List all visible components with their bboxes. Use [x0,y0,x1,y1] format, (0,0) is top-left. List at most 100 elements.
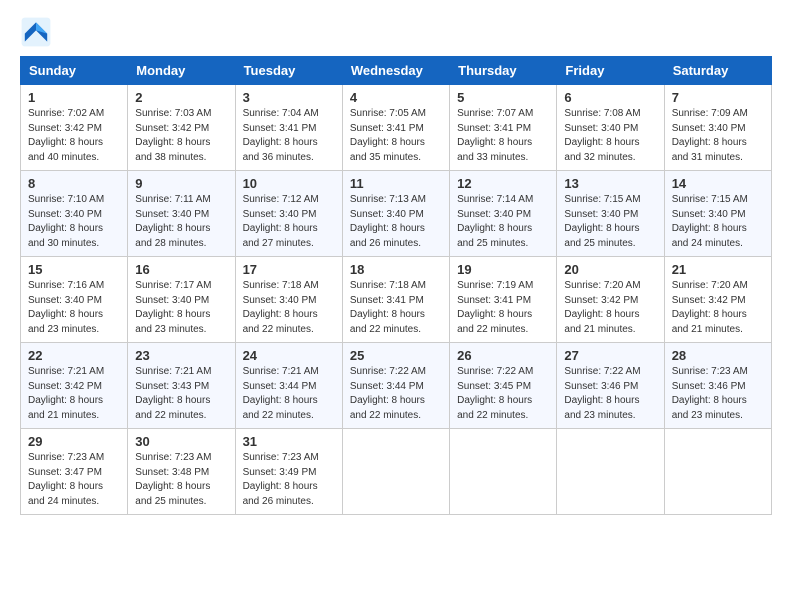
day-info: Sunrise: 7:09 AMSunset: 3:40 PMDaylight:… [672,107,764,165]
day-info: Sunrise: 7:19 AMSunset: 3:41 PMDaylight:… [457,279,549,337]
calendar-cell: 12 Sunrise: 7:14 AMSunset: 3:40 PMDaylig… [450,171,557,257]
day-number: 22 [28,348,120,363]
calendar-cell: 14 Sunrise: 7:15 AMSunset: 3:40 PMDaylig… [664,171,771,257]
week-row-3: 15 Sunrise: 7:16 AMSunset: 3:40 PMDaylig… [21,257,772,343]
day-number: 19 [457,262,549,277]
day-info: Sunrise: 7:18 AMSunset: 3:40 PMDaylight:… [243,279,335,337]
day-number: 4 [350,90,442,105]
calendar-table: SundayMondayTuesdayWednesdayThursdayFrid… [20,56,772,515]
calendar-cell: 21 Sunrise: 7:20 AMSunset: 3:42 PMDaylig… [664,257,771,343]
week-row-5: 29 Sunrise: 7:23 AMSunset: 3:47 PMDaylig… [21,429,772,515]
logo [20,16,58,48]
calendar-cell: 13 Sunrise: 7:15 AMSunset: 3:40 PMDaylig… [557,171,664,257]
calendar-cell [557,429,664,515]
calendar-cell [342,429,449,515]
day-number: 17 [243,262,335,277]
day-info: Sunrise: 7:15 AMSunset: 3:40 PMDaylight:… [672,193,764,251]
day-info: Sunrise: 7:16 AMSunset: 3:40 PMDaylight:… [28,279,120,337]
week-row-4: 22 Sunrise: 7:21 AMSunset: 3:42 PMDaylig… [21,343,772,429]
calendar-cell: 18 Sunrise: 7:18 AMSunset: 3:41 PMDaylig… [342,257,449,343]
page-header [20,16,772,48]
day-number: 24 [243,348,335,363]
day-info: Sunrise: 7:23 AMSunset: 3:47 PMDaylight:… [28,451,120,509]
calendar-cell: 19 Sunrise: 7:19 AMSunset: 3:41 PMDaylig… [450,257,557,343]
calendar-header-row: SundayMondayTuesdayWednesdayThursdayFrid… [21,57,772,85]
day-number: 6 [564,90,656,105]
day-info: Sunrise: 7:04 AMSunset: 3:41 PMDaylight:… [243,107,335,165]
calendar-cell: 20 Sunrise: 7:20 AMSunset: 3:42 PMDaylig… [557,257,664,343]
calendar-cell: 26 Sunrise: 7:22 AMSunset: 3:45 PMDaylig… [450,343,557,429]
day-number: 13 [564,176,656,191]
day-info: Sunrise: 7:15 AMSunset: 3:40 PMDaylight:… [564,193,656,251]
day-number: 18 [350,262,442,277]
calendar-cell: 17 Sunrise: 7:18 AMSunset: 3:40 PMDaylig… [235,257,342,343]
day-info: Sunrise: 7:23 AMSunset: 3:49 PMDaylight:… [243,451,335,509]
day-info: Sunrise: 7:23 AMSunset: 3:48 PMDaylight:… [135,451,227,509]
day-info: Sunrise: 7:05 AMSunset: 3:41 PMDaylight:… [350,107,442,165]
calendar-cell: 29 Sunrise: 7:23 AMSunset: 3:47 PMDaylig… [21,429,128,515]
day-number: 11 [350,176,442,191]
calendar-cell: 2 Sunrise: 7:03 AMSunset: 3:42 PMDayligh… [128,85,235,171]
col-header-tuesday: Tuesday [235,57,342,85]
calendar-cell: 10 Sunrise: 7:12 AMSunset: 3:40 PMDaylig… [235,171,342,257]
week-row-2: 8 Sunrise: 7:10 AMSunset: 3:40 PMDayligh… [21,171,772,257]
day-info: Sunrise: 7:14 AMSunset: 3:40 PMDaylight:… [457,193,549,251]
col-header-wednesday: Wednesday [342,57,449,85]
calendar-cell [450,429,557,515]
calendar-body: 1 Sunrise: 7:02 AMSunset: 3:42 PMDayligh… [21,85,772,515]
calendar-cell: 25 Sunrise: 7:22 AMSunset: 3:44 PMDaylig… [342,343,449,429]
day-info: Sunrise: 7:22 AMSunset: 3:44 PMDaylight:… [350,365,442,423]
day-number: 3 [243,90,335,105]
day-number: 27 [564,348,656,363]
calendar-cell: 9 Sunrise: 7:11 AMSunset: 3:40 PMDayligh… [128,171,235,257]
day-info: Sunrise: 7:22 AMSunset: 3:46 PMDaylight:… [564,365,656,423]
calendar-cell: 23 Sunrise: 7:21 AMSunset: 3:43 PMDaylig… [128,343,235,429]
calendar-cell: 5 Sunrise: 7:07 AMSunset: 3:41 PMDayligh… [450,85,557,171]
day-number: 15 [28,262,120,277]
day-number: 30 [135,434,227,449]
day-number: 8 [28,176,120,191]
day-info: Sunrise: 7:07 AMSunset: 3:41 PMDaylight:… [457,107,549,165]
calendar-cell: 3 Sunrise: 7:04 AMSunset: 3:41 PMDayligh… [235,85,342,171]
calendar-cell: 30 Sunrise: 7:23 AMSunset: 3:48 PMDaylig… [128,429,235,515]
day-info: Sunrise: 7:10 AMSunset: 3:40 PMDaylight:… [28,193,120,251]
calendar-cell: 28 Sunrise: 7:23 AMSunset: 3:46 PMDaylig… [664,343,771,429]
day-info: Sunrise: 7:23 AMSunset: 3:46 PMDaylight:… [672,365,764,423]
calendar-cell: 1 Sunrise: 7:02 AMSunset: 3:42 PMDayligh… [21,85,128,171]
calendar-cell: 24 Sunrise: 7:21 AMSunset: 3:44 PMDaylig… [235,343,342,429]
calendar-cell: 7 Sunrise: 7:09 AMSunset: 3:40 PMDayligh… [664,85,771,171]
day-number: 23 [135,348,227,363]
day-number: 29 [28,434,120,449]
col-header-saturday: Saturday [664,57,771,85]
day-number: 26 [457,348,549,363]
day-number: 1 [28,90,120,105]
day-info: Sunrise: 7:13 AMSunset: 3:40 PMDaylight:… [350,193,442,251]
day-number: 5 [457,90,549,105]
day-number: 28 [672,348,764,363]
day-info: Sunrise: 7:22 AMSunset: 3:45 PMDaylight:… [457,365,549,423]
calendar-cell: 16 Sunrise: 7:17 AMSunset: 3:40 PMDaylig… [128,257,235,343]
day-number: 10 [243,176,335,191]
day-info: Sunrise: 7:21 AMSunset: 3:44 PMDaylight:… [243,365,335,423]
day-number: 2 [135,90,227,105]
calendar-cell: 8 Sunrise: 7:10 AMSunset: 3:40 PMDayligh… [21,171,128,257]
col-header-sunday: Sunday [21,57,128,85]
week-row-1: 1 Sunrise: 7:02 AMSunset: 3:42 PMDayligh… [21,85,772,171]
day-number: 21 [672,262,764,277]
day-number: 16 [135,262,227,277]
day-info: Sunrise: 7:11 AMSunset: 3:40 PMDaylight:… [135,193,227,251]
calendar-cell [664,429,771,515]
day-info: Sunrise: 7:17 AMSunset: 3:40 PMDaylight:… [135,279,227,337]
calendar-cell: 31 Sunrise: 7:23 AMSunset: 3:49 PMDaylig… [235,429,342,515]
day-info: Sunrise: 7:21 AMSunset: 3:43 PMDaylight:… [135,365,227,423]
day-number: 12 [457,176,549,191]
day-info: Sunrise: 7:20 AMSunset: 3:42 PMDaylight:… [672,279,764,337]
calendar-cell: 4 Sunrise: 7:05 AMSunset: 3:41 PMDayligh… [342,85,449,171]
col-header-friday: Friday [557,57,664,85]
day-number: 25 [350,348,442,363]
day-info: Sunrise: 7:03 AMSunset: 3:42 PMDaylight:… [135,107,227,165]
day-number: 14 [672,176,764,191]
day-info: Sunrise: 7:20 AMSunset: 3:42 PMDaylight:… [564,279,656,337]
day-number: 9 [135,176,227,191]
day-number: 7 [672,90,764,105]
